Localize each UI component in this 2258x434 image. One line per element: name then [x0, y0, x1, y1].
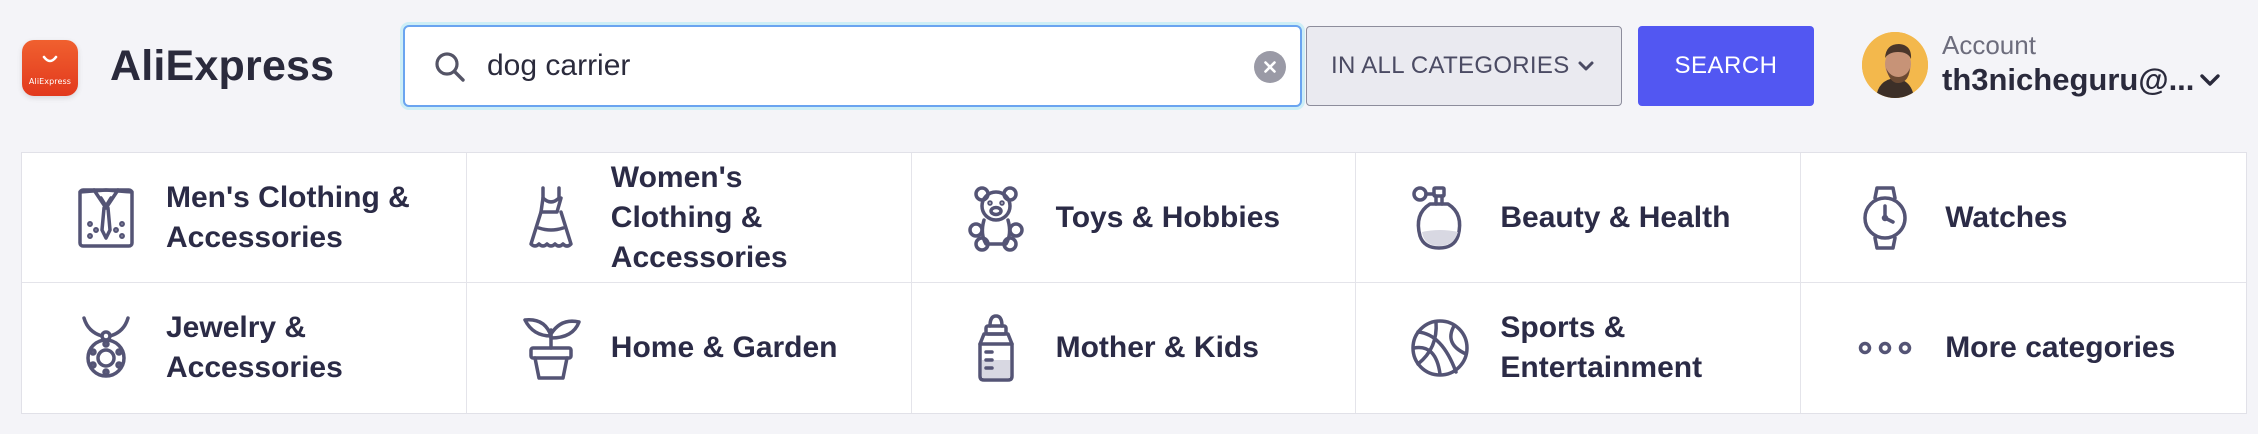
search-input[interactable] [487, 41, 1207, 91]
category-dropdown-label: IN ALL CATEGORIES [1331, 52, 1570, 79]
category-label: Mother & Kids [1055, 331, 1259, 364]
category-more[interactable]: More categories [1801, 283, 2246, 413]
category-mens-clothing[interactable]: Men's Clothing & Accessories [22, 153, 467, 283]
category-womens-clothing[interactable]: Women's Clothing & Accessories [466, 153, 912, 283]
more-dots-icon [1858, 341, 1912, 355]
account-email[interactable]: th3nicheguru@... [1942, 62, 2212, 98]
chevron-down-icon [1578, 61, 1594, 71]
perfume-icon [1412, 185, 1462, 250]
logo-text: AliExpress [28, 76, 72, 86]
category-beauty-health[interactable]: Beauty & Health [1356, 153, 1802, 283]
shopping-bag-icon [42, 55, 58, 62]
dress-icon [529, 185, 573, 248]
category-label: Sports & Entertainment [1500, 311, 1703, 384]
search-icon [435, 52, 465, 82]
plant-pot-icon [523, 318, 581, 380]
basketball-icon [1411, 319, 1470, 377]
category-label: Home & Garden [610, 331, 838, 364]
account-chevron-down-icon[interactable] [2198, 72, 2222, 88]
user-photo [1862, 32, 1928, 98]
necklace-icon [82, 316, 130, 378]
category-label: Toys & Hobbies [1055, 200, 1281, 234]
category-label: Watches [1945, 200, 2068, 234]
category-label: More categories [1945, 331, 2176, 364]
close-icon [1264, 61, 1276, 73]
baby-bottle-icon [977, 314, 1014, 382]
account-label: Account [1942, 30, 2036, 60]
watch-icon [1863, 185, 1907, 250]
category-home-garden[interactable]: Home & Garden [467, 283, 912, 413]
category-grid: Men's Clothing & Accessories Women's Clo… [21, 152, 2247, 414]
category-label: Beauty & Health [1500, 200, 1731, 234]
clear-search-button[interactable] [1254, 51, 1286, 83]
category-label: Jewelry & Accessories [166, 311, 343, 384]
shirt-tie-icon [78, 187, 134, 248]
search-button[interactable]: SEARCH [1638, 26, 1814, 106]
aliexpress-logo[interactable]: AliExpress [22, 40, 78, 96]
brand-name[interactable]: AliExpress [110, 38, 334, 94]
category-jewelry[interactable]: Jewelry & Accessories [22, 283, 467, 413]
category-label: Women's Clothing & Accessories [610, 160, 788, 274]
teddy-bear-icon [967, 185, 1024, 252]
category-dropdown[interactable]: IN ALL CATEGORIES [1306, 26, 1622, 106]
category-sports-entertainment[interactable]: Sports & Entertainment [1356, 283, 1802, 413]
category-mother-kids[interactable]: Mother & Kids [912, 283, 1357, 413]
category-watches[interactable]: Watches [1801, 153, 2246, 283]
category-toys-hobbies[interactable]: Toys & Hobbies [911, 153, 1357, 283]
category-label: Men's Clothing & Accessories [166, 180, 410, 254]
search-box [403, 25, 1302, 107]
avatar[interactable] [1862, 32, 1928, 98]
top-bar: AliExpress AliExpress IN ALL CATEGORIES … [0, 0, 2258, 140]
